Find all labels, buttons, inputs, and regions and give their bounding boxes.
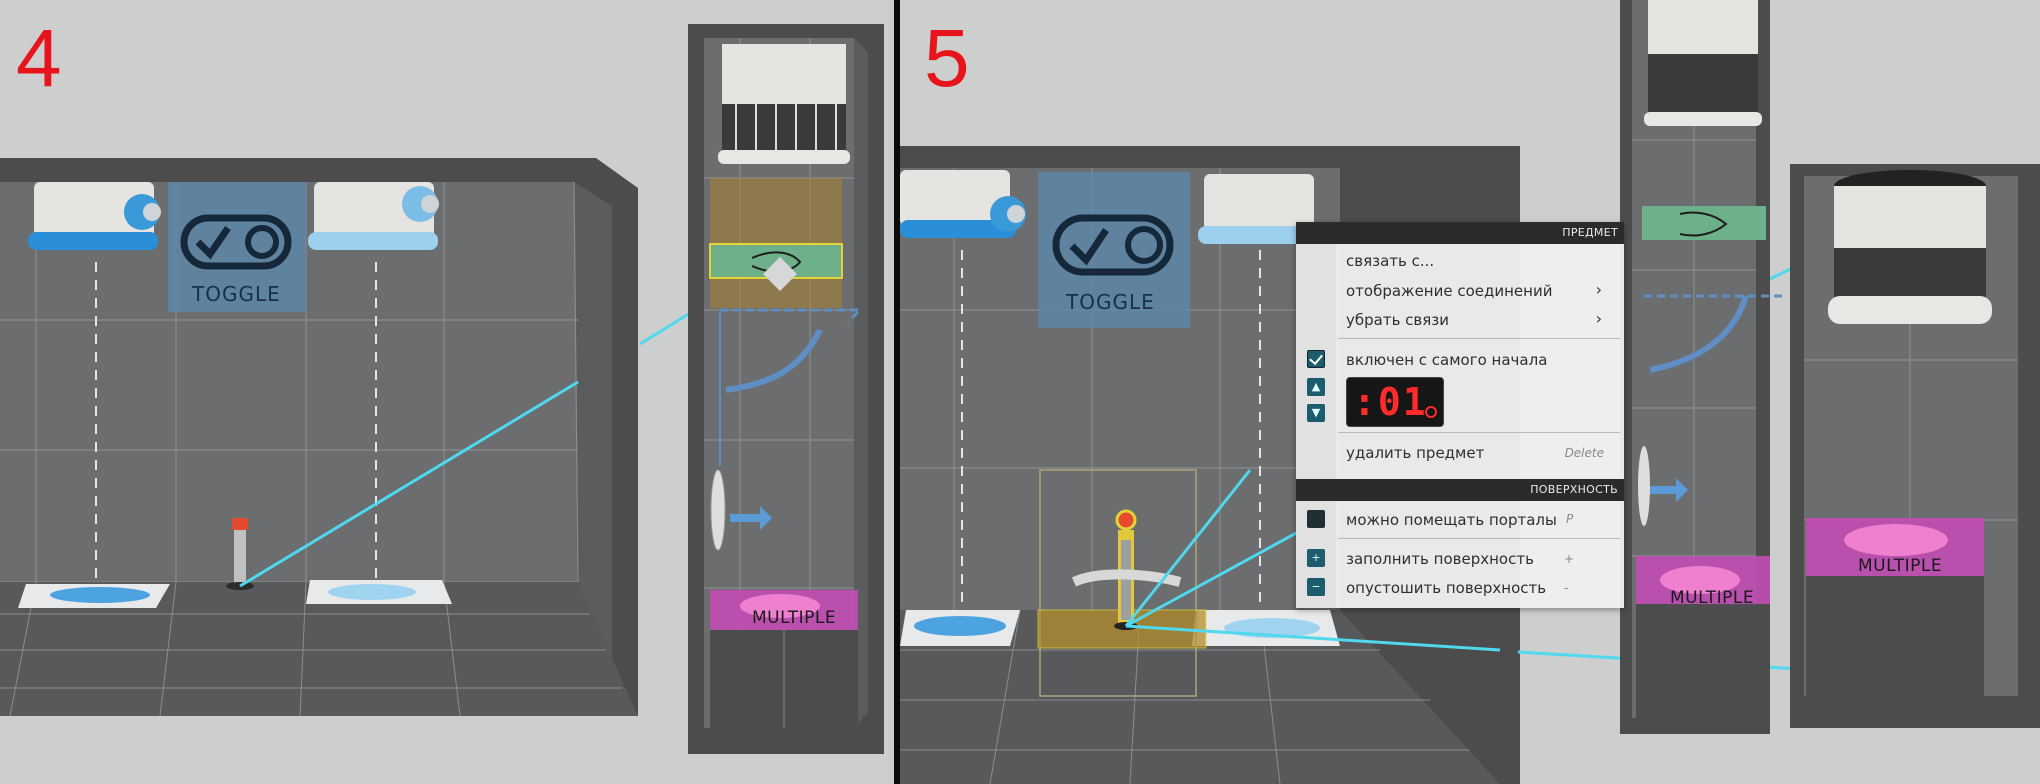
toggle-label: TOGGLE	[192, 282, 281, 306]
timer-decrease-button[interactable]: ▼	[1307, 404, 1325, 422]
cube-dispenser-middle[interactable]	[1636, 556, 1770, 718]
menu-item-show-connections[interactable]: отображение соединений	[1346, 282, 1616, 300]
item-section-header: ПРЕДМЕТ	[1296, 222, 1624, 244]
context-menu[interactable]: ПРЕДМЕТ связать с... отображение соедине…	[1296, 222, 1624, 608]
menu-item-show-connections-label: отображение соединений	[1346, 282, 1553, 300]
multiple-label-right: MULTIPLE	[1858, 556, 1943, 576]
menu-item-fill-surface[interactable]: заполнить поверхность	[1346, 550, 1534, 568]
delete-shortcut: Delete	[1564, 446, 1604, 460]
menu-item-enabled-from-start[interactable]: включен с самого начала	[1346, 351, 1547, 369]
portals-allowed-checkbox[interactable]	[1307, 510, 1325, 528]
cube-dispenser-right[interactable]	[1806, 518, 1984, 696]
clear-shortcut: -	[1564, 581, 1569, 595]
menu-separator	[1338, 338, 1620, 339]
clock-icon	[1425, 406, 1437, 418]
toggle-label: TOGGLE	[1066, 290, 1155, 314]
menu-item-clear-surface[interactable]: опустошить поверхность	[1346, 579, 1546, 597]
menu-item-link-to[interactable]: связать с...	[1346, 252, 1434, 270]
logic-gate[interactable]	[709, 178, 843, 308]
plus-icon: +	[1307, 549, 1325, 567]
menu-item-delete-item[interactable]: удалить предмет	[1346, 444, 1484, 462]
menu-item-remove-links[interactable]: убрать связи	[1346, 311, 1449, 329]
fill-shortcut: +	[1564, 552, 1575, 566]
enabled-from-start-checkbox[interactable]	[1307, 350, 1325, 368]
multiple-label-middle: MULTIPLE	[1670, 588, 1755, 608]
vertical-dropper[interactable]	[1644, 0, 1762, 126]
vertical-dropper-right[interactable]	[1828, 170, 1992, 324]
menu-item-portals-allowed[interactable]: можно помещать порталы	[1346, 511, 1557, 529]
timer-value: :01	[1353, 380, 1428, 424]
step-number: 5	[924, 13, 970, 104]
minus-icon: −	[1307, 578, 1325, 596]
multiple-label: MULTIPLE	[752, 608, 837, 628]
menu-separator	[1338, 538, 1620, 539]
level-editor-viewport-4[interactable]	[0, 0, 894, 784]
vertical-dropper[interactable]	[718, 44, 850, 164]
portals-shortcut: P	[1566, 512, 1574, 526]
chevron-right-icon: ›	[1595, 309, 1602, 328]
menu-separator	[1338, 432, 1620, 433]
step-number: 4	[16, 13, 62, 104]
timer-increase-button[interactable]: ▲	[1307, 378, 1325, 396]
timer-display: :01	[1346, 377, 1444, 427]
surface-section-header: ПОВЕРХНОСТЬ	[1296, 479, 1624, 501]
step-4-panel: 4 TOGGLE MULTIPLE	[0, 0, 894, 784]
logic-gate[interactable]	[1642, 206, 1766, 240]
chevron-right-icon: ›	[1595, 280, 1602, 299]
